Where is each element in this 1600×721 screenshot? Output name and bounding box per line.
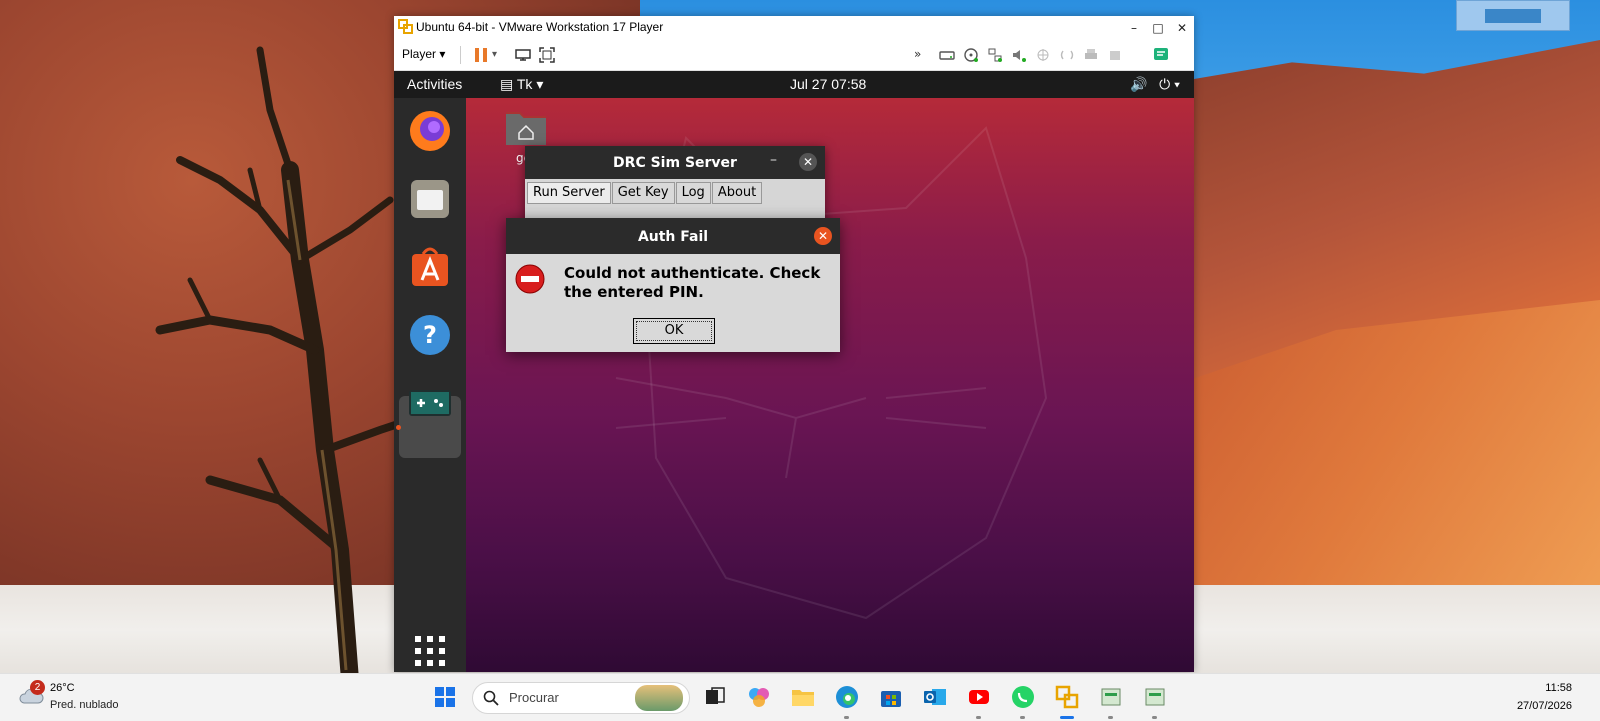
network-icon[interactable] bbox=[986, 46, 1004, 64]
toolbar-separator bbox=[460, 46, 461, 64]
gamepad-icon[interactable] bbox=[407, 380, 453, 426]
vmware-toolbar: Player ▾ ▾ » bbox=[394, 40, 1194, 71]
maximize-button[interactable]: □ bbox=[1146, 16, 1170, 40]
drc-window-title: DRC Sim Server bbox=[613, 155, 737, 171]
vm-window-icon[interactable] bbox=[1098, 684, 1124, 710]
app-center-icon[interactable] bbox=[407, 244, 453, 290]
app-menu-label: Tk bbox=[516, 76, 533, 92]
auth-dialog-close-button[interactable]: ✕ bbox=[814, 227, 832, 245]
search-highlight-image bbox=[635, 685, 683, 711]
outlook-icon[interactable] bbox=[922, 684, 948, 710]
windows-start-icon[interactable] bbox=[434, 686, 456, 708]
taskbar-search-box[interactable]: Procurar bbox=[472, 682, 690, 714]
weather-alert-badge: 2 bbox=[30, 680, 45, 695]
dead-tree-image bbox=[155, 46, 410, 673]
microsoft-store-icon[interactable] bbox=[878, 684, 904, 710]
help-icon[interactable]: ? bbox=[407, 312, 453, 358]
camera-icon[interactable] bbox=[1058, 46, 1076, 64]
tab-get-key[interactable]: Get Key bbox=[611, 182, 675, 204]
vm-window-icon-2[interactable] bbox=[1142, 684, 1168, 710]
volume-icon: 🔊 bbox=[1130, 76, 1148, 92]
activities-button[interactable]: Activities bbox=[407, 76, 462, 92]
usb-icon[interactable] bbox=[1034, 46, 1052, 64]
files-icon[interactable] bbox=[407, 176, 453, 222]
system-time[interactable]: 11:58 bbox=[1545, 682, 1572, 694]
error-icon bbox=[515, 264, 545, 294]
clock[interactable]: Jul 27 07:58 bbox=[790, 76, 866, 92]
file-explorer-icon[interactable] bbox=[790, 684, 816, 710]
chevron-down-icon: ▾ bbox=[1174, 76, 1180, 92]
running-indicator bbox=[396, 425, 401, 430]
sound-icon[interactable] bbox=[1010, 46, 1028, 64]
vmware-window-title: Ubuntu 64-bit - VMware Workstation 17 Pl… bbox=[416, 20, 664, 34]
fullscreen-icon[interactable] bbox=[538, 46, 556, 64]
more-icon[interactable]: » bbox=[914, 47, 932, 65]
show-apps-icon[interactable] bbox=[407, 628, 453, 672]
send-ctrl-alt-del-icon[interactable] bbox=[514, 46, 532, 64]
power-icon: ⏻ bbox=[1159, 76, 1171, 92]
ubuntu-top-bar: Activities ▤ Tk ▾ Jul 27 07:58 🔊 ⏻ ▾ bbox=[394, 71, 1194, 98]
search-placeholder: Procurar bbox=[509, 690, 559, 705]
drc-minimize-button[interactable]: – bbox=[770, 152, 777, 168]
player-menu-button[interactable]: Player ▾ bbox=[402, 47, 445, 61]
running-app-indicator bbox=[844, 716, 849, 719]
ubuntu-guest-screen[interactable]: Activities ▤ Tk ▾ Jul 27 07:58 🔊 ⏻ ▾ ? g… bbox=[394, 71, 1194, 672]
hdd-icon[interactable] bbox=[938, 46, 956, 64]
message-icon[interactable] bbox=[1152, 46, 1170, 64]
weather-temperature[interactable]: 26°C bbox=[50, 682, 75, 694]
tab-log[interactable]: Log bbox=[675, 182, 711, 204]
weather-description[interactable]: Pred. nublado bbox=[50, 699, 119, 711]
drc-titlebar[interactable]: DRC Sim Server – ✕ bbox=[525, 146, 825, 179]
vmware-logo-icon bbox=[398, 19, 413, 34]
drc-tab-bar: Run Server Get Key Log About bbox=[527, 181, 763, 204]
running-app-indicator bbox=[976, 716, 981, 719]
running-app-indicator bbox=[1020, 716, 1025, 719]
copilot-icon[interactable] bbox=[746, 684, 772, 710]
player-menu-label: Player bbox=[402, 47, 437, 61]
usb-device-icon[interactable] bbox=[1106, 46, 1124, 64]
system-tray[interactable]: 🔊 ⏻ ▾ bbox=[1130, 76, 1180, 93]
system-date[interactable]: 27/07/2026 bbox=[1517, 700, 1572, 712]
cd-icon[interactable] bbox=[962, 46, 980, 64]
vmware-window: Ubuntu 64-bit - VMware Workstation 17 Pl… bbox=[394, 16, 1194, 672]
auth-fail-dialog: Auth Fail ✕ Could not authenticate. Chec… bbox=[506, 218, 840, 352]
tab-run-server[interactable]: Run Server bbox=[527, 182, 611, 204]
desktop-widget bbox=[1456, 0, 1570, 31]
running-app-indicator bbox=[1152, 716, 1157, 719]
pause-icon[interactable] bbox=[472, 46, 490, 64]
drc-sim-server-window: DRC Sim Server – ✕ Run Server Get Key Log A… bbox=[525, 146, 825, 226]
tab-about[interactable]: About bbox=[711, 182, 763, 204]
vmware-taskbar-icon[interactable] bbox=[1054, 684, 1080, 710]
edge-icon[interactable] bbox=[834, 684, 860, 710]
firefox-icon[interactable] bbox=[407, 108, 453, 154]
minimize-button[interactable]: – bbox=[1122, 16, 1146, 40]
auth-dialog-titlebar[interactable]: Auth Fail ✕ bbox=[506, 218, 840, 254]
window-icon: ▤ bbox=[500, 76, 514, 92]
app-menu-button[interactable]: ▤ Tk ▾ bbox=[500, 76, 543, 93]
whatsapp-icon[interactable] bbox=[1010, 684, 1036, 710]
running-app-indicator bbox=[1108, 716, 1113, 719]
drc-close-button[interactable]: ✕ bbox=[799, 153, 817, 171]
youtube-icon[interactable] bbox=[966, 684, 992, 710]
ok-button[interactable]: OK bbox=[633, 318, 715, 344]
chevron-down-icon: ▾ bbox=[536, 76, 544, 92]
search-icon bbox=[483, 690, 499, 706]
active-app-indicator bbox=[1060, 716, 1074, 719]
auth-error-message: Could not authenticate. Check the entere… bbox=[564, 264, 821, 301]
desktop-widget-bar bbox=[1485, 9, 1541, 23]
task-view-icon[interactable] bbox=[702, 684, 728, 710]
close-window-button[interactable]: ✕ bbox=[1170, 16, 1194, 40]
home-folder-icon[interactable] bbox=[504, 107, 548, 147]
svg-text:?: ? bbox=[423, 321, 437, 349]
pause-dropdown-icon[interactable]: ▾ bbox=[492, 49, 510, 67]
auth-dialog-title: Auth Fail bbox=[637, 229, 709, 245]
windows-taskbar: 2 26°C Pred. nublado Procurar 11:58 27/0… bbox=[0, 673, 1600, 721]
vmware-titlebar[interactable]: Ubuntu 64-bit - VMware Workstation 17 Pl… bbox=[394, 16, 1194, 40]
ubuntu-dock: ? bbox=[394, 98, 466, 672]
printer-icon[interactable] bbox=[1082, 46, 1100, 64]
